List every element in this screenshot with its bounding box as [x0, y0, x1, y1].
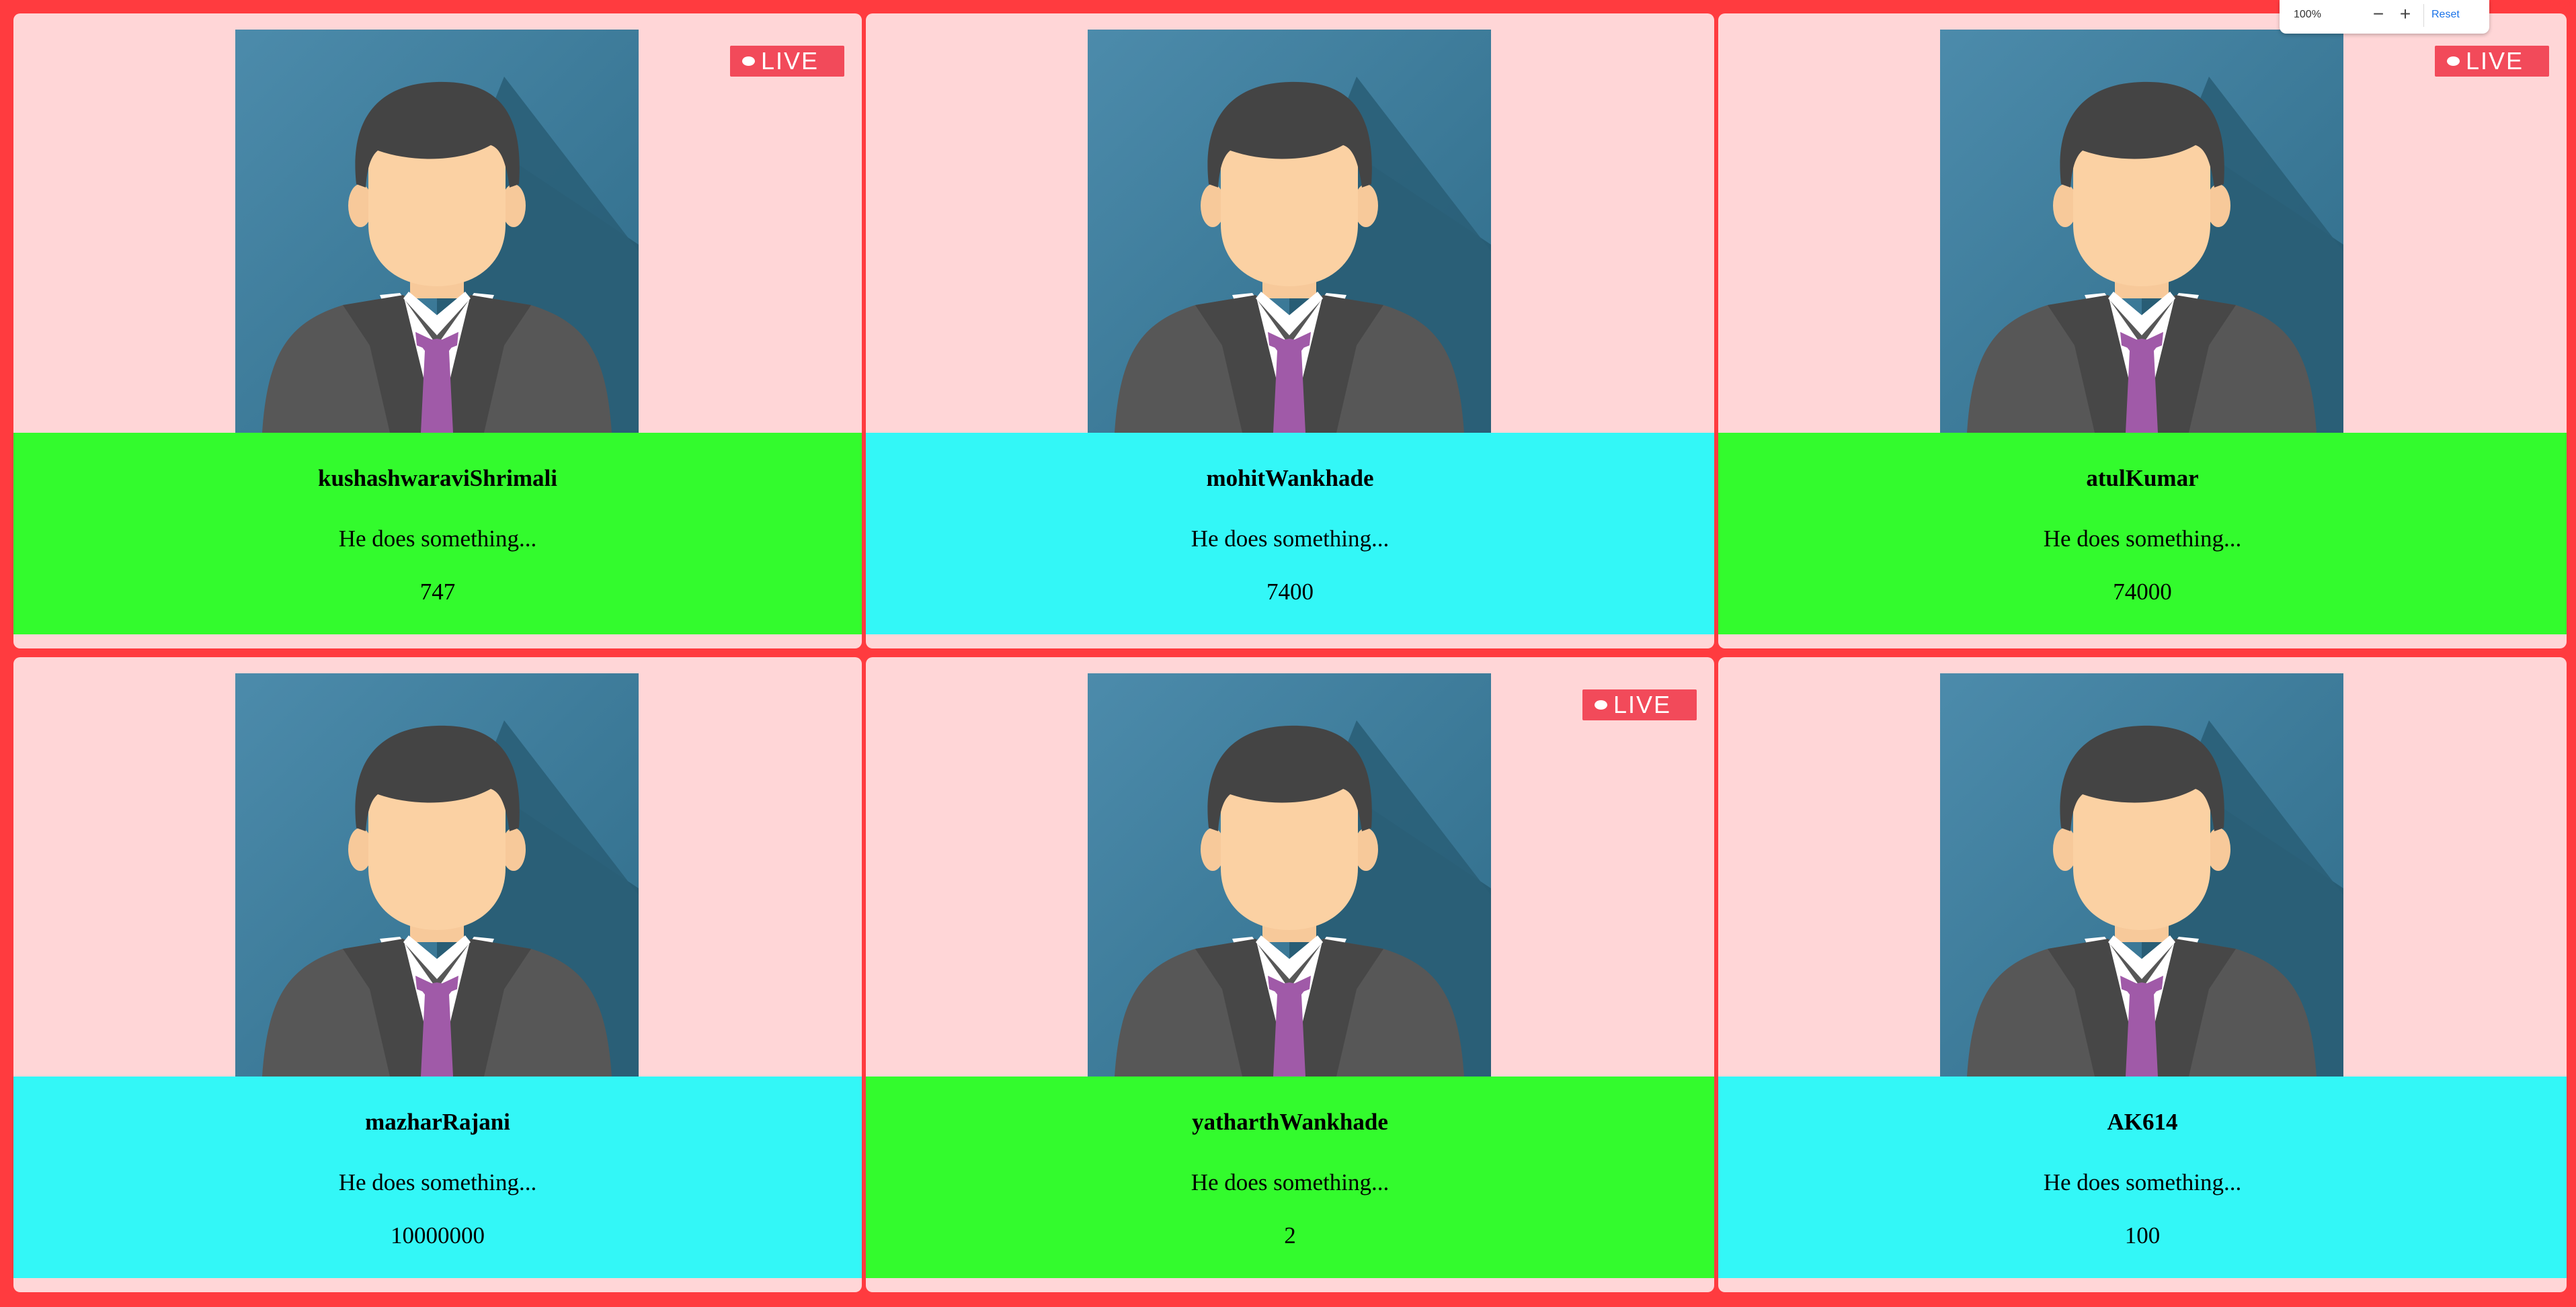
- live-dot-icon: [2447, 56, 2460, 66]
- zoom-in-button[interactable]: +: [2395, 4, 2415, 24]
- profile-info-panel: atulKumar He does something... 74000: [1718, 433, 2567, 634]
- businessman-avatar-icon: [1940, 30, 2343, 433]
- profile-card: mazharRajani He does something... 100000…: [13, 657, 862, 1292]
- profile-description: He does something...: [338, 525, 537, 552]
- live-badge: LIVE: [730, 46, 844, 77]
- businessman-avatar-icon: [235, 673, 639, 1077]
- profile-card: LIVE atulKumar He does something... 7400…: [1718, 13, 2567, 648]
- profile-description: He does something...: [338, 1169, 537, 1195]
- profile-description: He does something...: [1191, 1169, 1390, 1195]
- profile-count: 747: [419, 579, 456, 605]
- profile-info-panel: mohitWankhade He does something... 7400: [866, 433, 1714, 634]
- live-badge: LIVE: [2435, 46, 2549, 77]
- profile-info-panel: yatharthWankhade He does something... 2: [866, 1077, 1714, 1278]
- profile-name: mazharRajani: [365, 1109, 510, 1135]
- profile-description: He does something...: [2043, 1169, 2242, 1195]
- profile-card-grid: LIVE kushashwaraviShrimali He does somet…: [13, 13, 2568, 1297]
- profile-card: AK614 He does something... 100: [1718, 657, 2567, 1292]
- profile-name: mohitWankhade: [1206, 465, 1374, 491]
- businessman-avatar-icon: [1088, 673, 1491, 1077]
- live-dot-icon: [742, 56, 755, 66]
- profile-name: AK614: [2107, 1109, 2178, 1135]
- live-label: LIVE: [761, 47, 819, 75]
- zoom-level: 100%: [2294, 9, 2321, 20]
- profile-info-panel: AK614 He does something... 100: [1718, 1077, 2567, 1278]
- live-label: LIVE: [1613, 691, 1672, 718]
- zoom-reset-button[interactable]: Reset: [2431, 7, 2460, 23]
- live-dot-icon: [1595, 700, 1607, 710]
- profile-count: 10000000: [391, 1222, 485, 1249]
- profile-info-panel: kushashwaraviShrimali He does something.…: [13, 433, 862, 634]
- profile-count: 7400: [1266, 579, 1314, 605]
- zoom-widget: 100% − + Reset: [2280, 0, 2489, 34]
- businessman-avatar-icon: [1940, 673, 2343, 1077]
- profile-card: LIVE yatharthWankhade He does something.…: [866, 657, 1714, 1292]
- profile-description: He does something...: [1191, 525, 1390, 552]
- profile-count: 100: [2124, 1222, 2161, 1249]
- zoom-divider: [2423, 4, 2424, 27]
- businessman-avatar-icon: [1088, 30, 1491, 433]
- profile-name: kushashwaraviShrimali: [318, 465, 557, 491]
- profile-info-panel: mazharRajani He does something... 100000…: [13, 1077, 862, 1278]
- profile-description: He does something...: [2043, 525, 2242, 552]
- profile-name: yatharthWankhade: [1192, 1109, 1388, 1135]
- businessman-avatar-icon: [235, 30, 639, 433]
- profile-name: atulKumar: [2086, 465, 2199, 491]
- profile-card: mohitWankhade He does something... 7400: [866, 13, 1714, 648]
- zoom-out-button[interactable]: −: [2368, 4, 2388, 24]
- profile-count: 74000: [2113, 579, 2172, 605]
- live-badge: LIVE: [1582, 689, 1697, 720]
- profile-card: LIVE kushashwaraviShrimali He does somet…: [13, 13, 862, 648]
- page: LIVE kushashwaraviShrimali He does somet…: [0, 0, 2576, 1307]
- profile-count: 2: [1284, 1222, 1296, 1249]
- live-label: LIVE: [2466, 47, 2524, 75]
